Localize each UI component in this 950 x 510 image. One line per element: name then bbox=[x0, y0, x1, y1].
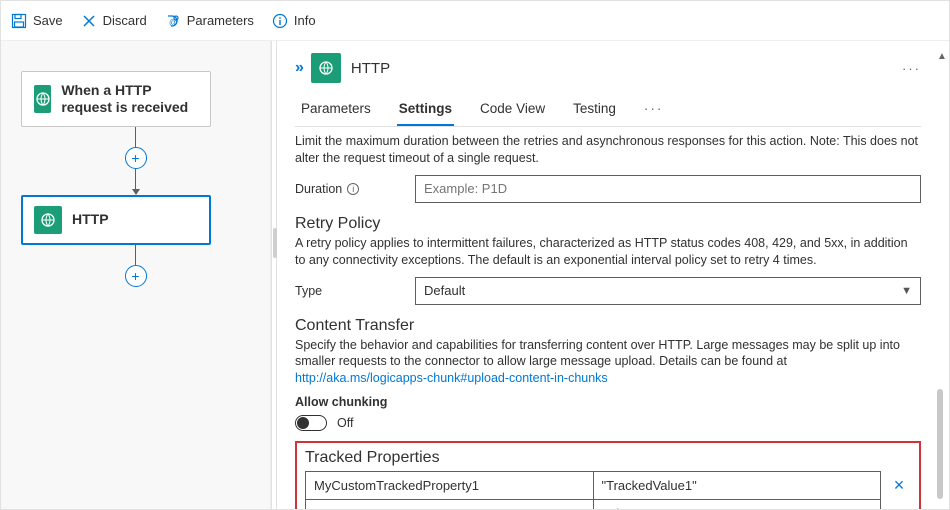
tab-settings[interactable]: Settings bbox=[397, 93, 454, 126]
parameters-icon: @ bbox=[165, 13, 181, 29]
tracked-remove-button[interactable]: × bbox=[887, 471, 911, 500]
parameters-button[interactable]: @ Parameters bbox=[165, 13, 254, 29]
panel-more-button[interactable]: ··· bbox=[902, 61, 921, 76]
http-action-node[interactable]: HTTP bbox=[21, 195, 211, 245]
tab-testing[interactable]: Testing bbox=[571, 93, 618, 126]
connector-after: + bbox=[21, 245, 250, 287]
chunk-link[interactable]: http://aka.ms/logicapps-chunk#upload-con… bbox=[295, 371, 608, 385]
duration-input[interactable] bbox=[415, 175, 921, 203]
tab-more[interactable]: ··· bbox=[642, 93, 666, 126]
http-action-label: HTTP bbox=[72, 211, 109, 228]
connector: + bbox=[21, 127, 250, 195]
save-icon bbox=[11, 13, 27, 29]
duration-info-icon[interactable]: i bbox=[347, 183, 359, 195]
scroll-up-icon[interactable]: ▲ bbox=[937, 51, 943, 62]
tab-parameters[interactable]: Parameters bbox=[299, 93, 373, 126]
tracked-row: MyCustomTrackedProperty1 "TrackedValue1"… bbox=[305, 471, 911, 500]
tracked-row-placeholder: Key Value × bbox=[305, 500, 911, 509]
tracked-key-input[interactable]: MyCustomTrackedProperty1 bbox=[305, 471, 594, 500]
panel-title: HTTP bbox=[351, 60, 390, 77]
settings-content: Limit the maximum duration between the r… bbox=[295, 133, 921, 509]
collapse-panel-button[interactable]: » bbox=[295, 59, 301, 77]
action-timeout-desc: Limit the maximum duration between the r… bbox=[295, 133, 921, 167]
discard-label: Discard bbox=[103, 13, 147, 28]
tracked-key-placeholder[interactable]: Key bbox=[305, 500, 594, 509]
tracked-value-placeholder[interactable]: Value bbox=[594, 500, 882, 509]
retry-title: Retry Policy bbox=[295, 215, 921, 233]
scroll-thumb[interactable] bbox=[937, 389, 943, 499]
svg-text:@: @ bbox=[169, 18, 177, 27]
info-button[interactable]: Info bbox=[272, 13, 316, 29]
save-button[interactable]: Save bbox=[11, 13, 63, 29]
panel-tabs: Parameters Settings Code View Testing ··… bbox=[295, 93, 921, 127]
designer-canvas[interactable]: When a HTTP request is received + HTTP + bbox=[1, 41, 271, 509]
allow-chunking-toggle[interactable] bbox=[295, 415, 327, 431]
retry-type-value: Default bbox=[424, 283, 465, 298]
add-step-button[interactable]: + bbox=[125, 147, 147, 169]
transfer-desc: Specify the behavior and capabilities fo… bbox=[295, 337, 921, 388]
chunk-state: Off bbox=[337, 416, 353, 430]
duration-label: Duration bbox=[295, 182, 342, 196]
tracked-value-input[interactable]: "TrackedValue1" bbox=[594, 471, 882, 500]
action-panel: » HTTP ··· Parameters Settings Code View… bbox=[277, 41, 949, 509]
http-action-icon bbox=[34, 206, 62, 234]
retry-type-label: Type bbox=[295, 284, 322, 298]
tracked-properties-section: Tracked Properties MyCustomTrackedProper… bbox=[295, 441, 921, 509]
close-icon bbox=[81, 13, 97, 29]
trigger-node[interactable]: When a HTTP request is received bbox=[21, 71, 211, 127]
panel-http-icon bbox=[311, 53, 341, 83]
chevron-down-icon: ▼ bbox=[901, 285, 912, 297]
tab-codeview[interactable]: Code View bbox=[478, 93, 547, 126]
transfer-title: Content Transfer bbox=[295, 317, 921, 335]
http-trigger-icon bbox=[34, 85, 51, 113]
info-label: Info bbox=[294, 13, 316, 28]
toolbar: Save Discard @ Parameters Info bbox=[1, 1, 949, 41]
add-step-button-2[interactable]: + bbox=[125, 265, 147, 287]
chunk-label: Allow chunking bbox=[295, 395, 921, 409]
tracked-title: Tracked Properties bbox=[305, 449, 911, 467]
trigger-label: When a HTTP request is received bbox=[61, 82, 198, 116]
retry-desc: A retry policy applies to intermittent f… bbox=[295, 235, 921, 269]
discard-button[interactable]: Discard bbox=[81, 13, 147, 29]
scrollbar[interactable]: ▲ bbox=[937, 51, 943, 499]
retry-type-select[interactable]: Default ▼ bbox=[415, 277, 921, 305]
info-icon bbox=[272, 13, 288, 29]
parameters-label: Parameters bbox=[187, 13, 254, 28]
save-label: Save bbox=[33, 13, 63, 28]
